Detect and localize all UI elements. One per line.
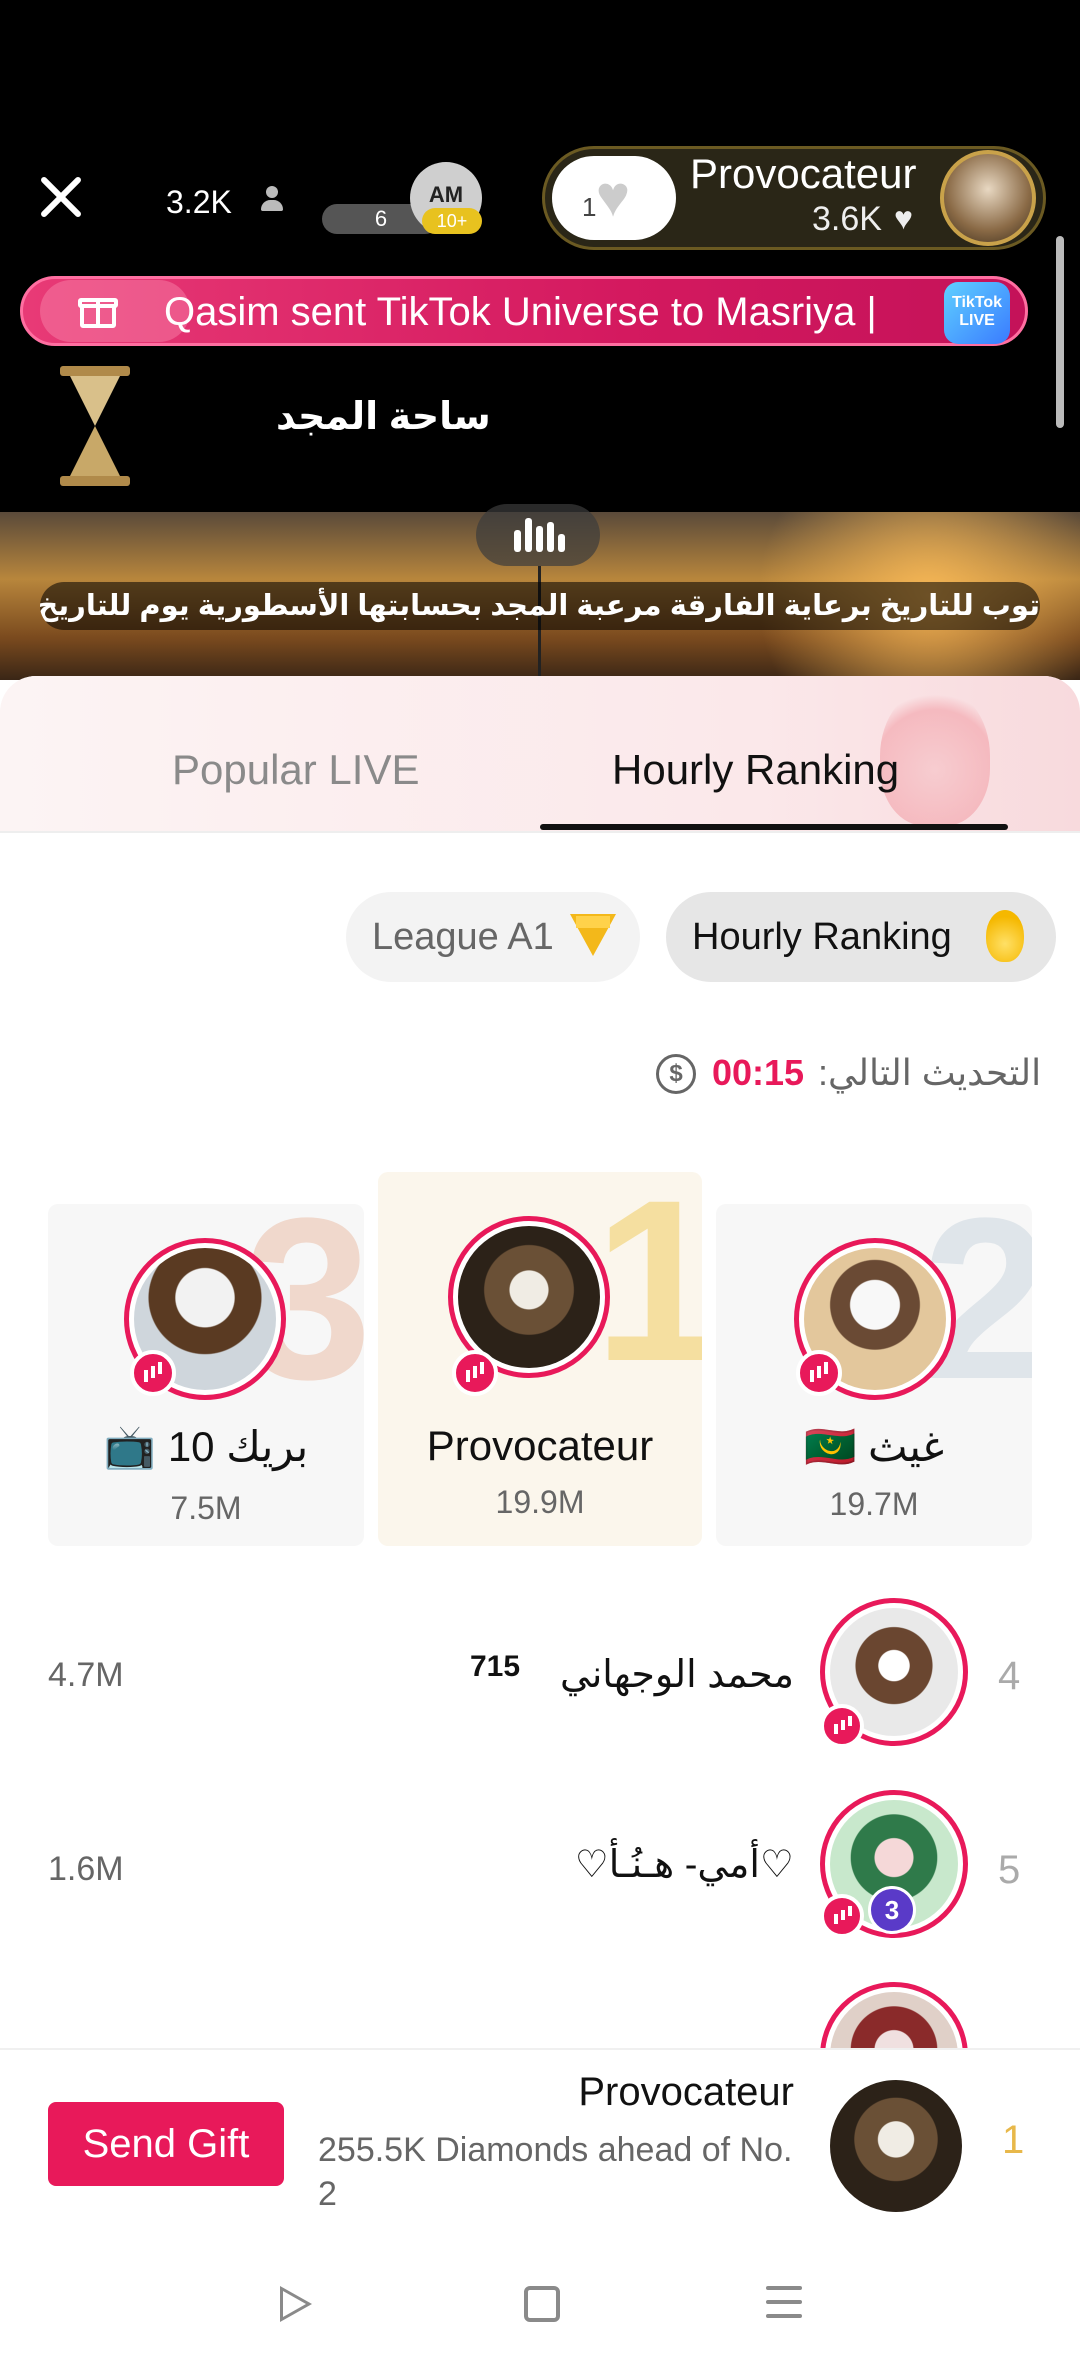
- tab-hourly-ranking[interactable]: Hourly Ranking: [612, 746, 899, 794]
- list-name: محمد الوجهاني: [560, 1654, 794, 1696]
- podium-name-2: غيث 🇲🇷: [804, 1423, 944, 1470]
- podium-rank-1: 1: [594, 1172, 702, 1409]
- list-name-number: 715: [470, 1650, 521, 1683]
- menu-icon[interactable]: [766, 2284, 802, 2320]
- live-icon: [130, 1350, 176, 1396]
- active-tab-indicator: [540, 824, 1008, 830]
- chip-hourly-label: Hourly Ranking: [692, 916, 952, 958]
- my-name: Provocateur: [578, 2070, 794, 2114]
- viewer-count: 3.2K: [166, 184, 232, 220]
- avatar[interactable]: [830, 2080, 962, 2212]
- room-title: ساحة المجد: [276, 396, 491, 438]
- live-icon: [796, 1350, 842, 1396]
- list-score: 1.6M: [48, 1850, 124, 1888]
- podium-score-1: 19.9M: [495, 1484, 585, 1520]
- live-icon: [820, 1704, 864, 1748]
- list-name: ♡أمي- هـنُـأ♡: [574, 1844, 794, 1886]
- top-viewer-badge: 10+: [422, 208, 482, 234]
- host-likes: 3.6K: [812, 200, 882, 238]
- tab-divider: [0, 831, 1080, 833]
- close-icon[interactable]: [36, 172, 86, 222]
- heart-icon: ♥: [894, 200, 913, 236]
- send-gift-button[interactable]: Send Gift: [48, 2102, 284, 2186]
- back-icon[interactable]: [280, 2286, 312, 2322]
- diamond-gap-text: 255.5K Diamonds ahead of No. 2: [318, 2131, 793, 2213]
- refresh-timer: 00:15: [712, 1052, 805, 1093]
- list-rank: 5: [998, 1848, 1021, 1892]
- list-score: 4.7M: [48, 1656, 124, 1694]
- level-badge: 3: [868, 1886, 916, 1934]
- home-icon[interactable]: [524, 2286, 560, 2322]
- audio-wave-icon: [514, 518, 565, 552]
- podium-name-1: Provocateur: [426, 1422, 654, 1469]
- coin-icon[interactable]: $: [656, 1054, 696, 1094]
- gift-icon: [78, 290, 118, 330]
- gift-announcement-text: Qasim sent TikTok Universe to Masriya |: [164, 290, 877, 334]
- tiktok-live-icon: TikTok LIVE: [944, 282, 1010, 344]
- chip-league-label: League A1: [372, 916, 554, 958]
- refresh-label: التحديث التالي:: [818, 1052, 1042, 1093]
- tab-popular-live[interactable]: Popular LIVE: [172, 746, 420, 794]
- flame-icon: [986, 910, 1024, 962]
- my-rank: 1: [1002, 2118, 1025, 2162]
- live-icon: [820, 1894, 864, 1938]
- host-heart-count: 1: [582, 192, 597, 222]
- podium-name-3: بريك 10 📺: [103, 1423, 309, 1470]
- person-icon: [258, 184, 286, 214]
- live-stream-header: [0, 0, 1080, 512]
- podium-score-2: 19.7M: [829, 1486, 919, 1522]
- host-avatar[interactable]: [940, 150, 1036, 246]
- gem-icon: [570, 914, 616, 958]
- podium-score-3: 7.5M: [170, 1490, 242, 1526]
- scrollbar[interactable]: [1056, 236, 1064, 428]
- live-icon: [452, 1350, 498, 1396]
- hourglass-icon[interactable]: [60, 366, 130, 486]
- video-caption: توب للتاريخ برعاية الفارقة مرعبة المجد ب…: [40, 582, 1040, 630]
- list-rank: 4: [998, 1654, 1021, 1698]
- host-name: Provocateur: [690, 150, 917, 197]
